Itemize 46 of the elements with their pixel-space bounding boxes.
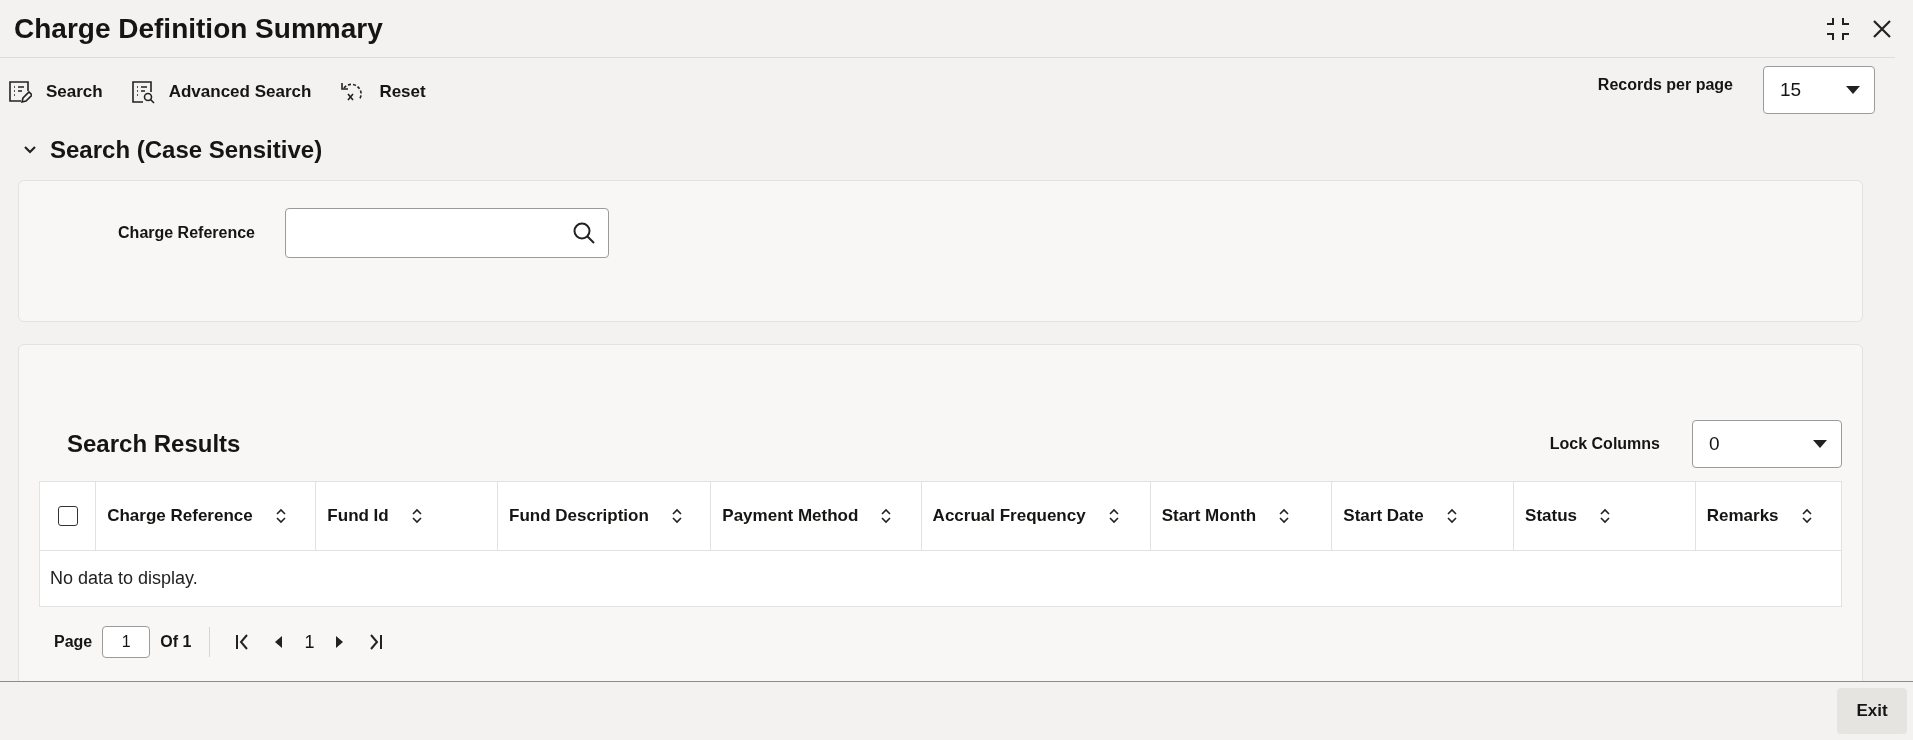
empty-message: No data to display. bbox=[50, 568, 198, 589]
sort-icon[interactable] bbox=[1445, 508, 1458, 524]
page-label: Page bbox=[54, 633, 93, 651]
exit-button[interactable]: Exit bbox=[1837, 688, 1907, 735]
dropdown-caret-icon bbox=[1846, 86, 1860, 94]
field-label: Charge Reference bbox=[117, 224, 256, 242]
sort-icon[interactable] bbox=[410, 508, 423, 524]
column-header[interactable]: Start Month bbox=[1161, 506, 1257, 526]
collapse-icon[interactable] bbox=[1825, 15, 1851, 42]
input-field[interactable] bbox=[285, 208, 609, 258]
sort-icon[interactable] bbox=[1107, 508, 1120, 524]
column-header[interactable]: Accrual Frequency bbox=[932, 506, 1086, 526]
search-icon[interactable] bbox=[572, 221, 596, 245]
column-header[interactable]: Status bbox=[1525, 506, 1577, 526]
toolbar-button[interactable]: Search bbox=[8, 80, 103, 104]
current-page[interactable]: 1 bbox=[304, 631, 315, 653]
page-input[interactable]: 1 bbox=[102, 626, 151, 658]
sort-icon[interactable] bbox=[1599, 508, 1611, 524]
records-per-page-label: Records per page bbox=[1597, 76, 1733, 94]
column-header[interactable]: Remarks bbox=[1706, 506, 1779, 526]
sort-icon[interactable] bbox=[1800, 508, 1813, 524]
lock-columns-label: Lock Columns bbox=[1549, 435, 1660, 453]
column-header[interactable]: Start Date bbox=[1343, 506, 1424, 526]
next-page-icon[interactable] bbox=[334, 635, 345, 649]
section-title: Search Results bbox=[67, 430, 241, 458]
close-icon[interactable] bbox=[1871, 17, 1893, 40]
sort-icon[interactable] bbox=[274, 508, 287, 524]
form-search-icon bbox=[130, 80, 155, 104]
toolbar-button[interactable]: Advanced Search bbox=[130, 80, 312, 104]
dropdown-caret-icon bbox=[1813, 440, 1827, 448]
select-all-checkbox[interactable] bbox=[57, 506, 78, 526]
records-per-page-select[interactable]: 15 bbox=[1763, 66, 1875, 114]
sort-icon[interactable] bbox=[670, 508, 683, 524]
form-edit-icon bbox=[8, 80, 32, 104]
sort-icon[interactable] bbox=[880, 508, 893, 524]
toolbar-button[interactable]: Reset bbox=[339, 80, 426, 104]
page-count: Of 1 bbox=[160, 633, 192, 651]
lock-columns-select[interactable]: 0 bbox=[1692, 420, 1842, 468]
column-header[interactable]: Payment Method bbox=[722, 506, 859, 526]
window-title: Charge Definition Summary bbox=[14, 12, 383, 45]
sort-icon[interactable] bbox=[1278, 508, 1291, 524]
section-toggle[interactable]: Search (Case Sensitive) bbox=[0, 130, 323, 170]
previous-page-icon[interactable] bbox=[274, 635, 285, 649]
column-header[interactable]: Charge Reference bbox=[107, 506, 253, 526]
column-header[interactable]: Fund Id bbox=[327, 506, 389, 526]
column-header[interactable]: Fund Description bbox=[509, 506, 649, 526]
